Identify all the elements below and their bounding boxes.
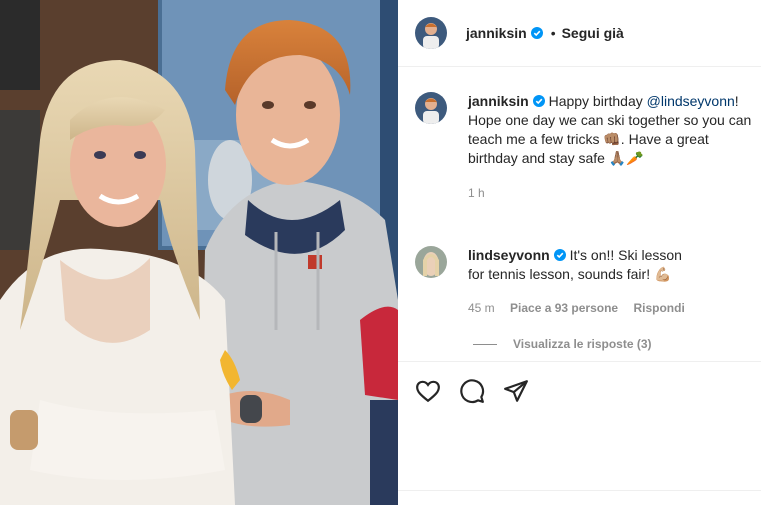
action-bar bbox=[398, 361, 761, 492]
heart-icon[interactable] bbox=[415, 378, 441, 404]
view-replies-label: Visualizza le risposte (3) bbox=[513, 337, 652, 351]
verified-badge-icon bbox=[553, 249, 566, 261]
verified-badge-icon bbox=[530, 27, 543, 39]
header-separator: • bbox=[550, 25, 556, 41]
caption-text: janniksin Happy birthday @lindseyvonn! H… bbox=[468, 92, 755, 168]
follow-status-button[interactable]: Segui già bbox=[562, 25, 624, 41]
mention-link[interactable]: @lindseyvonn bbox=[647, 93, 735, 109]
paper-plane-icon[interactable] bbox=[503, 378, 529, 404]
reply-button[interactable]: Rispondi bbox=[633, 301, 684, 315]
comment-text: lindseyvonn It's on!! Ski lesson for ten… bbox=[468, 246, 698, 284]
action-bar-bottom-divider bbox=[398, 490, 761, 491]
author-username[interactable]: janniksin bbox=[466, 25, 527, 41]
comment-icon[interactable] bbox=[459, 378, 485, 404]
comment-username[interactable]: lindseyvonn bbox=[468, 247, 550, 263]
comment-author-avatar[interactable] bbox=[415, 246, 447, 278]
post-photo[interactable] bbox=[0, 0, 398, 505]
post-header: janniksin • Segui già bbox=[398, 0, 761, 67]
comment: lindseyvonn It's on!! Ski lesson for ten… bbox=[415, 246, 755, 318]
caption-text-part-1: Happy birthday bbox=[548, 93, 647, 109]
comment-meta: 45 m Piace a 93 persone Rispondi bbox=[468, 299, 698, 318]
caption-meta: 1 h bbox=[468, 184, 755, 203]
author-avatar[interactable] bbox=[415, 17, 447, 49]
comment-likes-link[interactable]: Piace a 93 persone bbox=[510, 301, 618, 315]
post-photo-image bbox=[0, 0, 398, 505]
caption: janniksin Happy birthday @lindseyvonn! H… bbox=[415, 92, 755, 203]
post-sidebar: janniksin • Segui già janniksin Happy bi… bbox=[398, 0, 761, 505]
comment-timestamp[interactable]: 45 m bbox=[468, 301, 495, 315]
replies-divider-line bbox=[473, 343, 497, 345]
caption-username[interactable]: janniksin bbox=[468, 93, 529, 109]
caption-timestamp[interactable]: 1 h bbox=[468, 186, 485, 200]
instagram-post-window: janniksin • Segui già janniksin Happy bi… bbox=[0, 0, 761, 505]
view-replies-button[interactable]: Visualizza le risposte (3) bbox=[473, 337, 652, 351]
verified-badge-icon bbox=[532, 95, 545, 107]
caption-author-avatar[interactable] bbox=[415, 92, 447, 124]
